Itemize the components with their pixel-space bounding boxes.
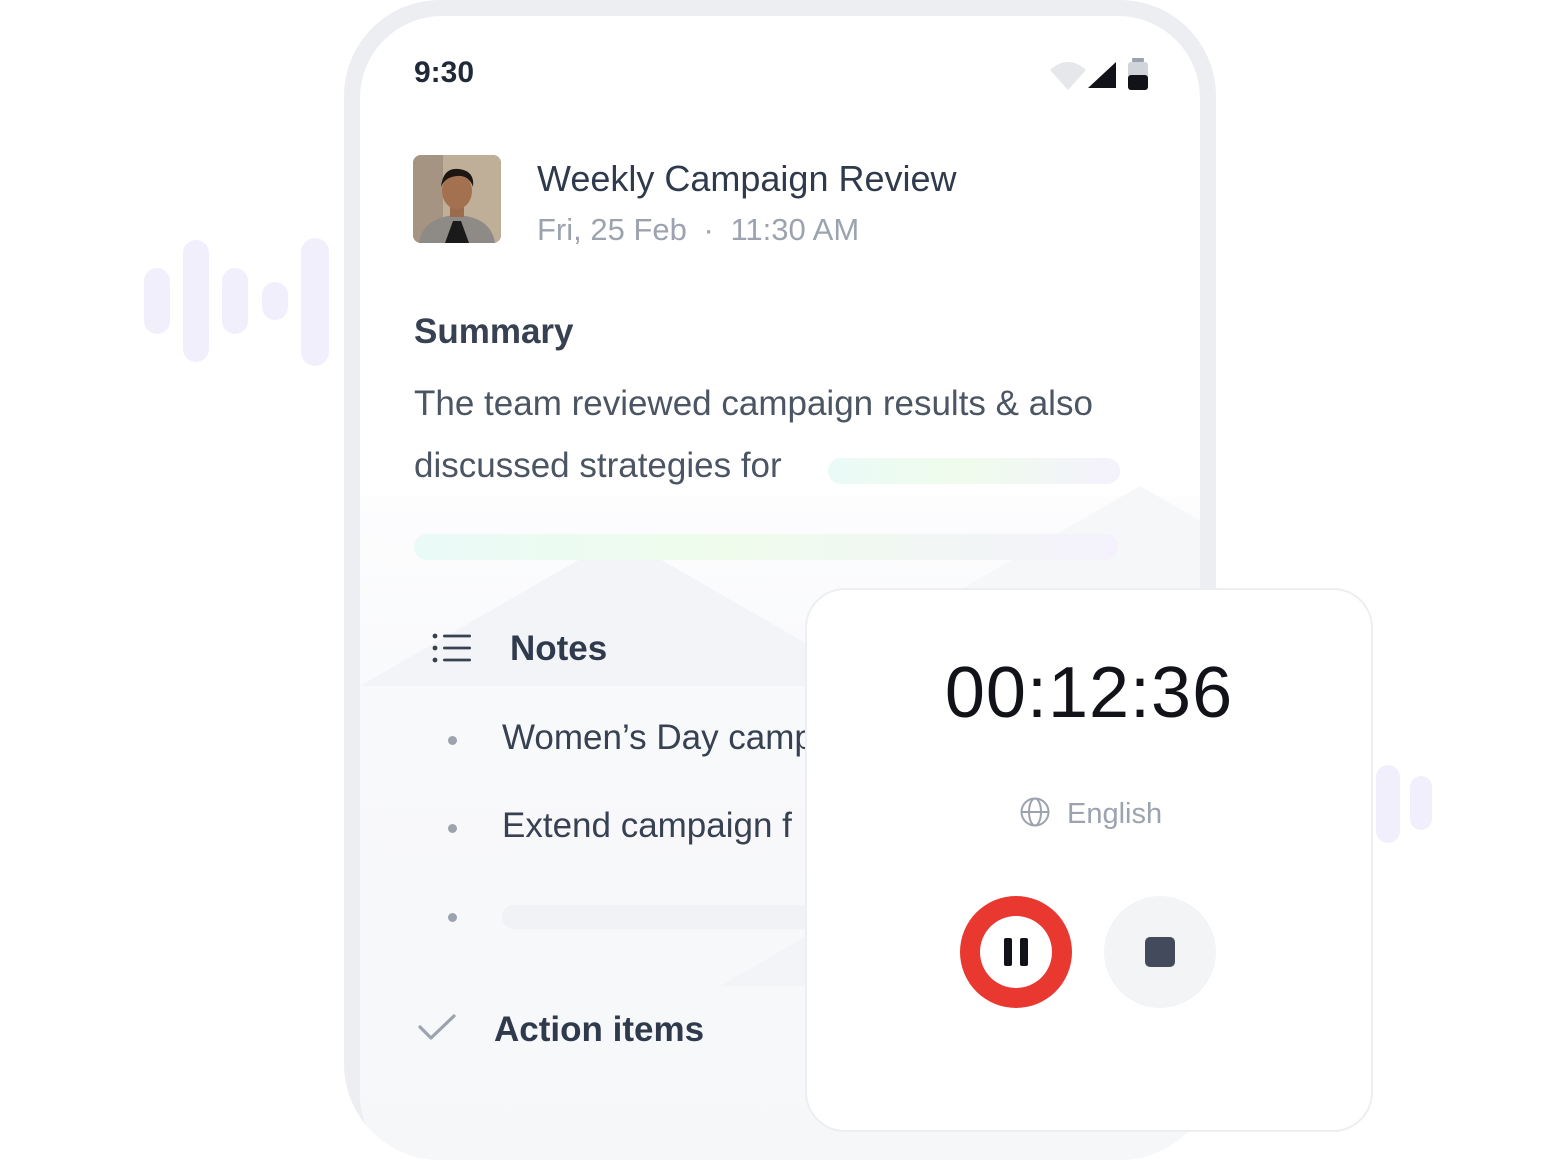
bullet-dot bbox=[448, 913, 457, 922]
meeting-date: Fri, 25 Feb bbox=[537, 212, 687, 247]
stop-button[interactable] bbox=[1104, 896, 1216, 1008]
summary-line-1: The team reviewed campaign results & als… bbox=[414, 384, 1093, 423]
summary-heading: Summary bbox=[414, 312, 574, 351]
pause-button[interactable] bbox=[960, 896, 1072, 1008]
recording-timer: 00:12:36 bbox=[944, 653, 1234, 733]
battery-icon bbox=[1128, 58, 1148, 90]
sound-wave-bar bbox=[144, 268, 170, 334]
sound-wave-bar bbox=[1410, 776, 1432, 830]
wifi-icon bbox=[1050, 62, 1086, 90]
pause-bar bbox=[1020, 938, 1028, 966]
language-label: English bbox=[1067, 797, 1163, 830]
note-item: Extend campaign f bbox=[502, 806, 792, 845]
meeting-datetime: Fri, 25 Feb · 11:30 AM bbox=[537, 212, 859, 248]
status-time: 9:30 bbox=[414, 56, 475, 89]
recorder-panel: 00:12:36 English bbox=[805, 588, 1373, 1132]
avatar bbox=[413, 155, 501, 243]
notes-heading: Notes bbox=[510, 629, 608, 668]
summary-loading-shimmer bbox=[414, 534, 1118, 560]
note-item: Women’s Day camp bbox=[502, 718, 814, 757]
meeting-separator: · bbox=[703, 212, 714, 247]
pause-bar bbox=[1004, 938, 1012, 966]
status-icons bbox=[1046, 56, 1158, 101]
summary-line-2: discussed strategies for bbox=[414, 446, 782, 485]
bullet-dot bbox=[448, 824, 457, 833]
language-selector[interactable]: English bbox=[1019, 796, 1162, 832]
list-icon bbox=[432, 632, 472, 669]
sound-wave-bar bbox=[262, 282, 288, 320]
action-items-heading: Action items bbox=[494, 1010, 705, 1049]
meeting-title: Weekly Campaign Review bbox=[537, 158, 957, 199]
pause-icon bbox=[980, 916, 1052, 988]
meeting-time: 11:30 AM bbox=[730, 212, 860, 247]
sound-wave-bar bbox=[183, 240, 209, 362]
sound-wave-bar bbox=[222, 268, 248, 334]
sound-wave-bar bbox=[301, 238, 329, 366]
globe-icon bbox=[1019, 796, 1051, 833]
check-icon bbox=[417, 1012, 457, 1047]
bullet-dot bbox=[448, 736, 457, 745]
signal-icon bbox=[1088, 62, 1116, 88]
sound-wave-bar bbox=[1376, 765, 1400, 843]
summary-loading-shimmer bbox=[828, 458, 1120, 484]
stop-icon bbox=[1145, 937, 1175, 967]
